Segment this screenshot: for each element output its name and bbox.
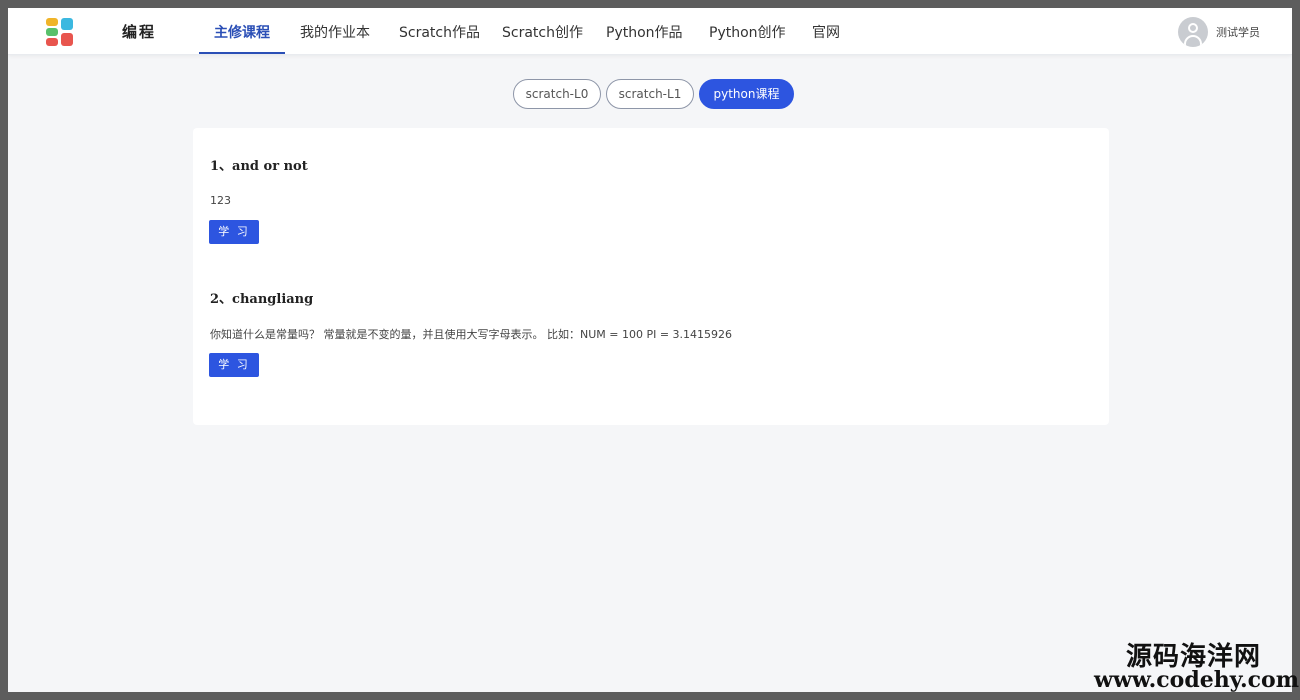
nav-item-python-works[interactable]: Python作品 — [606, 22, 683, 42]
learn-button[interactable]: 学 习 — [209, 220, 259, 244]
brand-title: 编程 — [122, 23, 157, 41]
logo-block — [46, 18, 58, 26]
logo-block — [46, 28, 58, 36]
app-window: 编程 主修课程 我的作业本 Scratch作品 Scratch创作 Python… — [8, 8, 1292, 692]
avatar-body — [1184, 35, 1202, 47]
nav-active-indicator — [199, 52, 285, 54]
nav-item-official-site[interactable]: 官网 — [812, 22, 840, 42]
username-label[interactable]: 测试学员 — [1216, 24, 1260, 40]
learn-button[interactable]: 学 习 — [209, 353, 259, 377]
lesson-list-card: 1、and or not 123 学 习 2、changliang 你知道什么是… — [193, 128, 1109, 425]
logo-block — [61, 33, 73, 46]
avatar-head — [1188, 23, 1198, 33]
top-navigation-bar: 编程 主修课程 我的作业本 Scratch作品 Scratch创作 Python… — [8, 8, 1292, 55]
nav-item-main-courses[interactable]: 主修课程 — [214, 22, 270, 42]
nav-item-homework[interactable]: 我的作业本 — [300, 22, 370, 42]
logo-block — [46, 38, 58, 46]
lesson-description: 你知道什么是常量吗？ 常量就是不变的量，并且使用大写字母表示。 比如：NUM =… — [210, 328, 733, 341]
lesson-title: 1、and or not — [210, 159, 308, 174]
logo-block — [61, 18, 73, 30]
watermark-url: www.codehy.com — [1094, 667, 1299, 693]
nav-item-python-create[interactable]: Python创作 — [709, 22, 786, 42]
nav-item-scratch-works[interactable]: Scratch作品 — [399, 22, 480, 42]
user-avatar-icon[interactable] — [1178, 17, 1208, 47]
lesson-description: 123 — [210, 194, 231, 207]
lesson-title: 2、changliang — [210, 292, 314, 307]
course-tab-scratch-l0[interactable]: scratch-L0 — [513, 79, 601, 109]
course-tab-python[interactable]: python课程 — [699, 79, 794, 109]
course-tab-scratch-l1[interactable]: scratch-L1 — [606, 79, 694, 109]
nav-item-scratch-create[interactable]: Scratch创作 — [502, 22, 583, 42]
app-logo-icon[interactable] — [46, 18, 74, 46]
